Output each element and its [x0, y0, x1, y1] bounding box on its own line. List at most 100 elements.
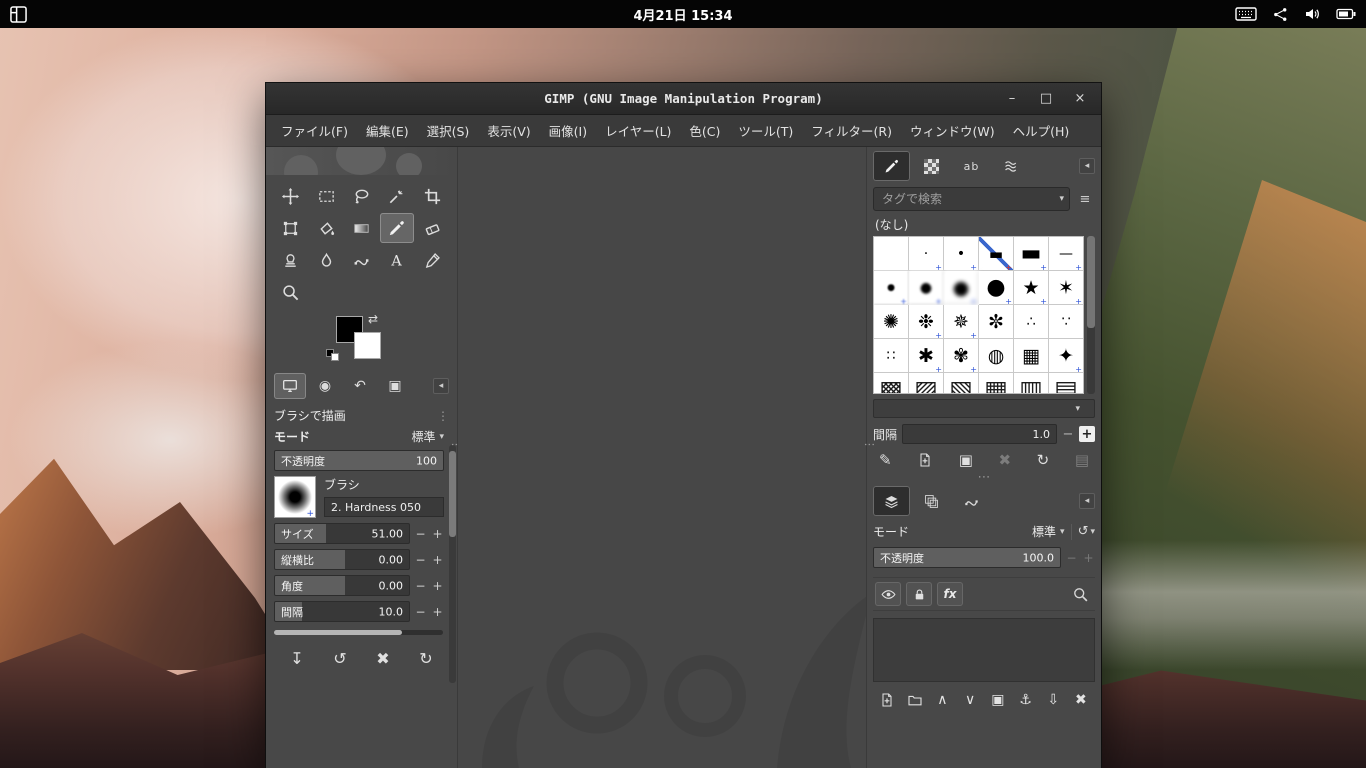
paintbrush-tool-button[interactable] — [380, 213, 413, 243]
merge-layer-button[interactable]: ⇩ — [1041, 689, 1065, 711]
duplicate-brush-button[interactable]: ▣ — [959, 451, 973, 469]
color-picker-tool-button[interactable] — [416, 245, 449, 275]
delete-preset-button[interactable]: ✖ — [365, 645, 401, 671]
angle-increment-button[interactable]: + — [431, 579, 444, 593]
brush-cell[interactable]: ✱ — [909, 339, 944, 373]
brush-cell[interactable]: ∷ — [874, 339, 909, 373]
layer-mode-select[interactable]: 標準 ▾ — [1032, 523, 1065, 540]
default-colors-icon[interactable] — [326, 349, 342, 363]
brush-cell[interactable]: ▨ — [909, 373, 944, 394]
brush-cell[interactable]: ● — [874, 271, 909, 305]
brushes-panel-menu-button[interactable]: ◂ — [1079, 158, 1095, 174]
reset-tool-button[interactable]: ↻ — [408, 645, 444, 671]
volume-icon[interactable] — [1304, 6, 1320, 22]
layers-tab[interactable] — [873, 486, 910, 516]
tool-options-tab[interactable] — [274, 373, 306, 399]
brush-cell[interactable]: ✼ — [979, 305, 1014, 339]
panel-menu-button[interactable]: ◂ — [433, 378, 449, 394]
chevron-down-icon[interactable]: ▾ — [1059, 194, 1064, 204]
brush-search-input[interactable] — [873, 187, 1070, 211]
raise-layer-button[interactable]: ∧ — [930, 689, 954, 711]
clock[interactable]: 4月21日 15:34 — [0, 5, 1366, 24]
maximize-button[interactable]: □ — [1033, 86, 1059, 112]
brush-cell[interactable]: ▦ — [979, 373, 1014, 394]
new-layer-button[interactable] — [875, 689, 899, 711]
duplicate-layer-button[interactable]: ▣ — [986, 689, 1010, 711]
clone-tool-button[interactable] — [274, 245, 307, 275]
layer-opacity-decrement-button[interactable]: − — [1065, 551, 1078, 565]
new-brush-button[interactable] — [917, 452, 933, 468]
background-color-swatch[interactable] — [354, 332, 381, 359]
brush-cell[interactable]: ● — [909, 271, 944, 305]
brush-cell[interactable]: ▧ — [944, 373, 979, 394]
menu-help[interactable]: ヘルプ(H) — [1004, 117, 1079, 144]
gradient-tool-button[interactable] — [345, 213, 378, 243]
tool-options-vscrollbar[interactable] — [449, 445, 456, 683]
paths-tab[interactable] — [953, 486, 990, 516]
brush-grid-scrollbar[interactable] — [1087, 236, 1095, 394]
spacing-increment-button[interactable]: + — [1079, 426, 1095, 442]
layer-opacity-increment-button[interactable]: + — [1082, 551, 1095, 565]
angle-decrement-button[interactable]: − — [414, 579, 427, 593]
brush-cell[interactable]: ★ — [1014, 271, 1049, 305]
menu-image[interactable]: 画像(I) — [540, 117, 596, 144]
brush-cell[interactable]: ◍ — [979, 339, 1014, 373]
size-slider[interactable]: サイズ 51.00 — [274, 523, 410, 544]
spacing-decrement-button[interactable]: − — [414, 605, 427, 619]
drag-grip-icon[interactable]: ⋮ — [437, 409, 449, 423]
save-preset-button[interactable]: ↧ — [279, 645, 315, 671]
aspect-ratio-slider[interactable]: 縦横比 0.00 — [274, 549, 410, 570]
canvas-area[interactable] — [458, 147, 866, 768]
layer-opacity-slider[interactable]: 不透明度 100.0 — [873, 547, 1061, 568]
opacity-slider[interactable]: 不透明度 100 — [274, 450, 444, 471]
brush-cell[interactable]: ✦ — [1049, 339, 1084, 373]
scrollbar-thumb[interactable] — [1087, 236, 1095, 328]
size-increment-button[interactable]: + — [431, 527, 444, 541]
brush-cell[interactable]: ✺ — [874, 305, 909, 339]
lower-layer-button[interactable]: ∨ — [958, 689, 982, 711]
brush-preview[interactable] — [274, 476, 316, 518]
menu-filters[interactable]: フィルター(R) — [802, 117, 901, 144]
angle-slider[interactable]: 角度 0.00 — [274, 575, 410, 596]
dock-splitter-grip[interactable]: ⋮ — [867, 439, 871, 450]
edit-brush-button[interactable]: ✎ — [879, 451, 892, 469]
brush-cell[interactable]: ❉ — [909, 305, 944, 339]
menu-edit[interactable]: 編集(E) — [357, 117, 418, 144]
fonts-tab[interactable]: ab — [953, 151, 990, 181]
paint-mode-select[interactable]: 標準 ▾ — [411, 428, 444, 445]
menu-windows[interactable]: ウィンドウ(W) — [901, 117, 1004, 144]
transform-tool-button[interactable] — [274, 213, 307, 243]
eraser-tool-button[interactable] — [416, 213, 449, 243]
brush-spacing-field[interactable]: 1.0 — [902, 424, 1057, 444]
menu-view[interactable]: 表示(V) — [478, 117, 539, 144]
brush-cell[interactable]: ✵ — [944, 305, 979, 339]
undo-history-tab[interactable]: ↶ — [344, 373, 376, 399]
zoom-tool-button[interactable] — [274, 277, 307, 307]
layer-search-button[interactable] — [1067, 582, 1093, 606]
brush-cell[interactable]: ∵ — [1049, 305, 1084, 339]
vscrollbar-thumb[interactable] — [449, 451, 456, 537]
minimize-button[interactable]: – — [999, 86, 1025, 112]
free-select-tool-button[interactable] — [345, 181, 378, 211]
close-button[interactable]: × — [1067, 86, 1093, 112]
layer-list[interactable] — [873, 618, 1095, 682]
brush-name-field[interactable]: 2. Hardness 050 — [324, 497, 444, 517]
lock-effects-toggle[interactable]: fx — [937, 582, 963, 606]
paths-tool-button[interactable] — [345, 245, 378, 275]
tool-options-hscrollbar[interactable] — [274, 630, 443, 635]
brush-cell[interactable]: ▬ — [1014, 237, 1049, 271]
bucket-fill-tool-button[interactable] — [309, 213, 342, 243]
battery-icon[interactable] — [1336, 8, 1356, 20]
brush-cell[interactable]: • — [944, 237, 979, 271]
delete-brush-button[interactable]: ✖ — [999, 451, 1012, 469]
swap-colors-icon[interactable]: ⇄ — [368, 312, 378, 326]
restore-preset-button[interactable]: ↺ — [322, 645, 358, 671]
spacing-slider[interactable]: 間隔 10.0 — [274, 601, 410, 622]
dock-drag-grip[interactable]: ⋯ — [873, 473, 1095, 482]
menu-file[interactable]: ファイル(F) — [272, 117, 357, 144]
anchor-layer-button[interactable]: ⚓ — [1014, 689, 1038, 711]
menu-layer[interactable]: レイヤー(L) — [596, 117, 680, 144]
menu-tools[interactable]: ツール(T) — [729, 117, 802, 144]
brush-cell[interactable]: ✾ — [944, 339, 979, 373]
move-tool-button[interactable] — [274, 181, 307, 211]
